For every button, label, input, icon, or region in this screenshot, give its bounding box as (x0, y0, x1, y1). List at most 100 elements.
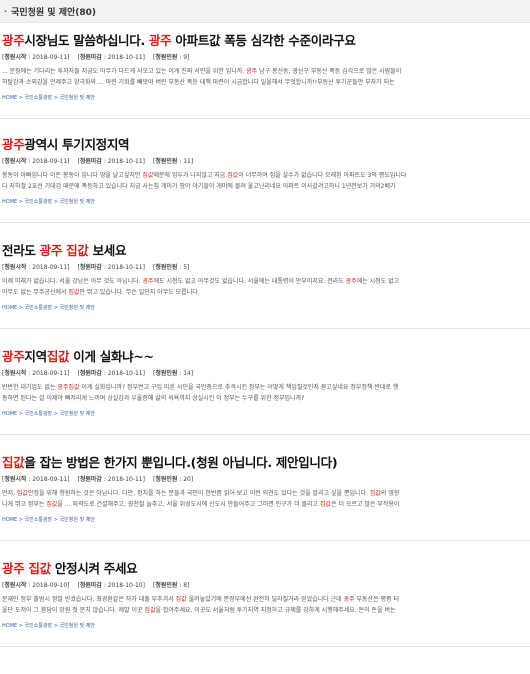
excerpt-text: 문재인 정부 출범시 정말 반겼습니다. 최경환같은 자가 대출 부추겨서 (2, 596, 176, 603)
end-date-label: 청원마감 (79, 158, 102, 165)
end-date: [청원마감 : 2018-10-11] (77, 54, 145, 61)
breadcrumb-link[interactable]: HOME (2, 517, 17, 523)
breadcrumb: HOME > 국민소통광장 > 국민청원 및 제안 (2, 304, 530, 312)
end-date-label: 청원마감 (79, 54, 102, 61)
excerpt-line: 문재인 정부 출범시 정말 반겼습니다. 최경환같은 자가 대출 부추겨서 집값… (2, 594, 530, 605)
end-date-label: 청원마감 (79, 264, 102, 271)
breadcrumb: HOME > 국민소통광장 > 국민청원 및 제안 (2, 94, 530, 102)
breadcrumb-link[interactable]: 국민청원 및 제안 (60, 623, 95, 629)
breadcrumb-link[interactable]: HOME (2, 95, 17, 101)
start-date: [청원시작 : 2018-09-11] (2, 370, 70, 377)
breadcrumb-separator: > (17, 411, 25, 417)
excerpt-text: 허탈감과 소외감을 언제주고 양극화와 ... 마련 기회를 빼앗아 버린 부동… (2, 79, 395, 86)
petition-excerpt: 봉동이 아빠입니다 이돈 봉동이 입니다 땅을 날고싶지만 집값때문에 엄두가 … (2, 170, 530, 192)
participant-count: [청원인원 : 9] (152, 54, 190, 61)
title-text: 아파트값 폭등 심각한 수준이라구요 (171, 33, 356, 48)
petition-meta: [청원시작 : 2018-09-11] [청원마감 : 2018-10-11] [청… (2, 53, 530, 62)
petition-meta: [청원시작 : 2018-09-11] [청원마감 : 2018-10-11] [청… (2, 369, 530, 378)
breadcrumb-link[interactable]: 국민청원 및 제안 (60, 95, 95, 101)
breadcrumb-link[interactable]: 국민소통광장 (25, 623, 53, 629)
excerpt-line: 동하면 된다는 걸 이제야 뼈저리게 느끼며 상실감과 우울증에 삶의 의욕까지… (2, 393, 530, 404)
petition-title-link[interactable]: 집값을 잡는 방법은 한가지 뿐입니다.(청원 아닙니다. 제안입니다) (2, 455, 530, 471)
excerpt-text: 올려놓았기에 문정부에선 완전히 달라질거라 믿었습니다 근데 (186, 596, 344, 603)
participant-count: [청원인원 : 20] (152, 476, 194, 483)
breadcrumb-link[interactable]: 국민청원 및 제안 (60, 199, 95, 205)
excerpt-text: 에는 시청도 없고 (356, 278, 400, 285)
breadcrumb-link[interactable]: 국민소통광장 (25, 95, 53, 101)
breadcrumb-link[interactable]: 국민청원 및 제안 (60, 411, 95, 417)
petition-excerpt: 반반한 대기업도 없는 광주집값 이게 실화입니까? 정부번고 구입 미흔 서민… (2, 382, 530, 404)
breadcrumb: HOME > 국민소통광장 > 국민청원 및 제안 (2, 198, 530, 206)
participant-count: [청원인원 : 8] (152, 582, 190, 589)
breadcrumb-link[interactable]: HOME (2, 623, 17, 629)
keyword-highlight: 집값 (142, 172, 154, 179)
breadcrumb: HOME > 국민소통광장 > 국민청원 및 제안 (2, 622, 530, 630)
excerpt-text: 다 지하철 2호선 기대감 때문에 폭등하고 있습니다 지금 사는집 개미가 땀… (2, 183, 396, 190)
keyword-highlight: 집값 (16, 490, 28, 497)
keyword-highlight: 집값 (319, 501, 332, 508)
breadcrumb-separator: > (52, 199, 60, 205)
breadcrumb-link[interactable]: 국민소통광장 (25, 411, 53, 417)
excerpt-line: 먼저, 집값안정을 위해 청원하는 것은 아닙니다. 다만, 정치를 하는 분들… (2, 488, 530, 499)
breadcrumb-link[interactable]: 국민소통광장 (25, 517, 53, 523)
excerpt-text: 니게 뛰고 정부는 (2, 501, 47, 508)
petition-title-link[interactable]: 광주지역집값 이게 실화냐~~ (2, 349, 530, 365)
end-date: [청원마감 : 2018-10-10] (77, 582, 145, 589)
petition-title-link[interactable]: 광주 집값 안정시켜 주세요 (2, 561, 530, 577)
keyword-highlight: 광주 (2, 137, 25, 152)
bullet-icon: · (4, 6, 8, 16)
petition-title-link[interactable]: 전라도 광주 집값 보세요 (2, 243, 530, 259)
excerpt-text: 만 뛰고 있습니다. 무슨 일인지 아무도 모릅니다. (79, 289, 200, 296)
breadcrumb-separator: > (52, 305, 60, 311)
breadcrumb-link[interactable]: 국민청원 및 제안 (60, 517, 95, 523)
breadcrumb-link[interactable]: HOME (2, 305, 17, 311)
excerpt-text: 아무도 없는 무주공산에서 (2, 289, 69, 296)
petition-item: 광주광역시 투기지정지역 [청원시작 : 2018-09-11] [청원마감 : 2… (0, 119, 530, 223)
excerpt-text: 의 영향 (380, 490, 400, 497)
petition-item: 집값을 잡는 방법은 한가지 뿐입니다.(청원 아닙니다. 제안입니다) [청원시… (0, 435, 530, 541)
keyword-highlight: 집값 (144, 607, 156, 614)
excerpt-text: 먼저, (2, 490, 17, 497)
petition-title-link[interactable]: 광주시장님도 말씀하십니다. 광주 아파트값 폭등 심각한 수준이라구요 (2, 33, 530, 49)
breadcrumb-link[interactable]: 국민청원 및 제안 (60, 305, 95, 311)
start-date-label: 청원시작 (4, 158, 27, 165)
excerpt-text: 이게 실화입니까? 정부번고 구입 미흔 서민을 국민층으로 추격시킨 정부는 … (79, 384, 399, 391)
excerpt-text: 에도 시청도 없고 아무것도 없습니다. 서울에는 대통령이 안부이지요. 전라… (153, 278, 346, 285)
breadcrumb-link[interactable]: 국민소통광장 (25, 305, 53, 311)
breadcrumb-separator: > (17, 305, 25, 311)
participant-count-label: 청원인원 (155, 54, 178, 61)
start-date: [청원시작 : 2018-09-11] (2, 476, 70, 483)
title-text: 지역 (24, 349, 47, 364)
excerpt-line: 이제 미래가 없습니다. 서울 강남은 아무 것도 아닙니다. 광주에도 시청도… (2, 276, 530, 287)
breadcrumb-link[interactable]: HOME (2, 199, 17, 205)
start-date: [청원시작 : 2018-09-11] (2, 54, 70, 61)
breadcrumb-link[interactable]: HOME (2, 411, 17, 417)
petition-meta: [청원시작 : 2018-09-10] [청원마감 : 2018-10-10] [청… (2, 581, 530, 590)
end-date: [청원마감 : 2018-10-11] (77, 158, 145, 165)
keyword-highlight: 집값 (369, 490, 381, 497)
breadcrumb-separator: > (52, 95, 60, 101)
participant-count-label: 청원인원 (155, 476, 178, 483)
breadcrumb: HOME > 국민소통광장 > 국민청원 및 제안 (2, 516, 530, 524)
petition-title-link[interactable]: 광주광역시 투기지정지역 (2, 137, 530, 153)
keyword-highlight: 집값 (227, 172, 239, 179)
keyword-highlight: 광주 (2, 33, 25, 48)
petition-excerpt: 이제 미래가 없습니다. 서울 강남은 아무 것도 아닙니다. 광주에도 시청도… (2, 276, 530, 298)
breadcrumb-separator: > (52, 517, 60, 523)
start-date-label: 청원시작 (4, 476, 27, 483)
keyword-highlight: 집값 (68, 289, 80, 296)
petition-meta: [청원시작 : 2018-09-11] [청원마감 : 2018-10-11] [청… (2, 475, 530, 484)
breadcrumb-link[interactable]: 국민소통광장 (25, 199, 53, 205)
keyword-highlight: 광주 (2, 349, 25, 364)
start-date-label: 청원시작 (4, 370, 27, 377)
title-text: 보세요 (88, 243, 127, 258)
excerpt-text: 은 더 오르고 많은 부작용이 (331, 501, 400, 508)
breadcrumb-separator: > (52, 411, 60, 417)
title-text: 안정시켜 주세요 (50, 561, 138, 576)
keyword-highlight: 광주 (246, 68, 258, 75)
excerpt-text: 남구 봉선동, 광산구 부동산 폭등 심각으로 많은 사람들이 (257, 68, 402, 75)
participant-count: [청원인원 : 11] (152, 158, 194, 165)
petition-excerpt: 문재인 정부 출범시 정말 반겼습니다. 최경환같은 자가 대출 부추겨서 집값… (2, 594, 530, 616)
title-text: 이게 실화냐~~ (69, 349, 154, 364)
excerpt-line: 을단 도저어 그 붐담이 망원 첫 문치 않습니다. 제발 이곳 집값을 잡아주… (2, 605, 530, 616)
